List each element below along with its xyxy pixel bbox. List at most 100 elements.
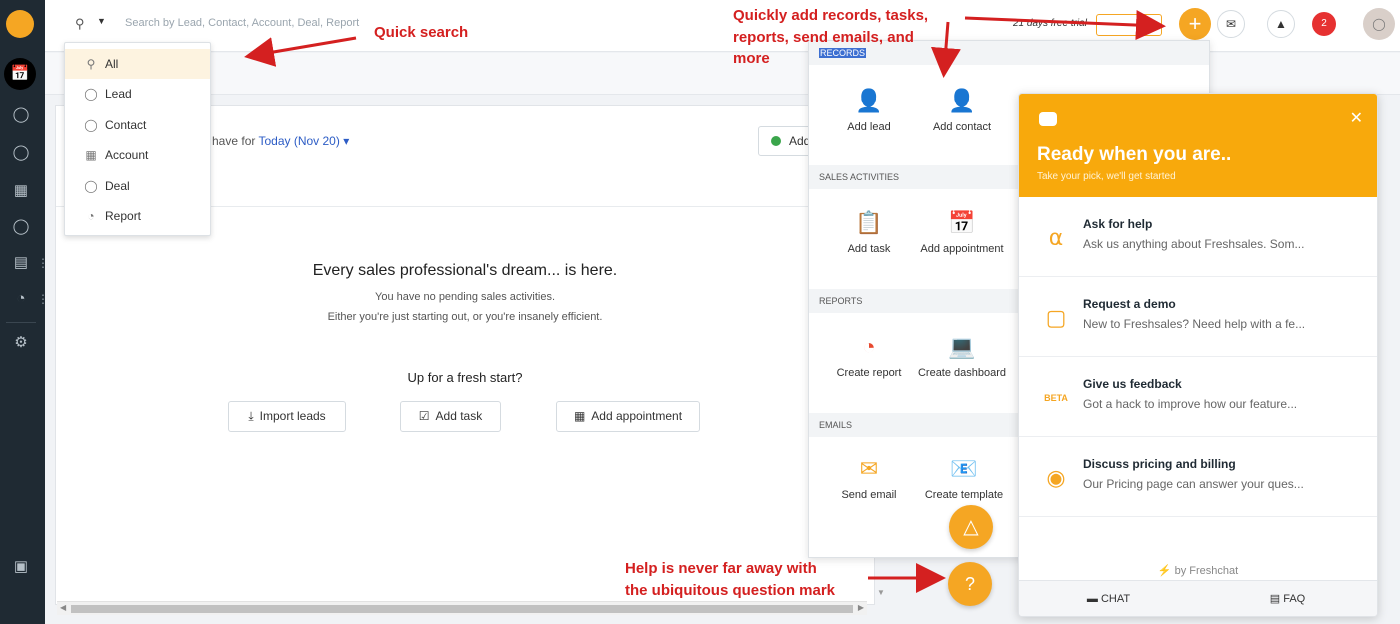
tile-label: Create dashboard (917, 367, 1007, 379)
annotation-quick-add-3: more (733, 50, 770, 67)
chat-option-pricing[interactable]: ◉ Discuss pricing and billing Our Pricin… (1019, 437, 1377, 517)
trial-text: 21 days free trial (1013, 18, 1087, 29)
beta-icon: BETA (1044, 393, 1068, 403)
add-appointment-label: Add appointment (591, 409, 683, 423)
scroll-down-icon[interactable]: ▼ (877, 588, 885, 597)
reports-icon[interactable]: ◔ (10, 288, 32, 310)
add-appointment-tile[interactable]: 📅 Add appointment (914, 209, 1010, 255)
tab-chat[interactable]: ▬ CHAT (1019, 581, 1198, 616)
tile-label: Add task (847, 243, 891, 255)
tile-label: Add appointment (920, 243, 1004, 255)
contact-icon[interactable]: ◯ (10, 142, 32, 164)
search-scope-label: Deal (105, 179, 130, 193)
pie-chart-icon: ◔ (862, 334, 876, 359)
deal-icon[interactable]: ◯ (10, 216, 32, 238)
import-leads-label: Import leads (259, 409, 326, 423)
horizontal-scrollbar[interactable]: ◀ ▶ (57, 601, 867, 615)
freshsales-assist-button[interactable]: △ (949, 505, 993, 549)
person-icon: ◯ (84, 118, 98, 132)
freshchat-widget: ✕ Ready when you are.. Take your pick, w… (1018, 93, 1378, 617)
collapse-icon[interactable]: ▣ (10, 556, 32, 578)
add-contact-tile[interactable]: 👤 Add contact (914, 87, 1010, 133)
annotation-quick-add-1: Quickly add records, tasks, (733, 7, 929, 24)
annotation-quick-add-2: reports, send emails, and (733, 29, 914, 46)
activities-icon[interactable]: ▤ (10, 252, 32, 274)
search-scope-lead[interactable]: ◯ Lead (65, 79, 210, 109)
pointer-icon: ▢ (1045, 305, 1067, 330)
buy-button[interactable] (1096, 14, 1162, 36)
send-email-tile[interactable]: ✉ Send email (821, 455, 917, 501)
section-label: EMAILS (819, 420, 853, 430)
close-icon[interactable]: ✕ (1350, 108, 1363, 128)
create-template-tile[interactable]: 📧 Create template (914, 455, 1014, 501)
tile-label: Create template (924, 489, 1004, 501)
annotation-help-1: Help is never far away with (625, 560, 817, 577)
dashboard-icon: 💻 (948, 334, 976, 359)
add-appointment-button[interactable]: ▦ Add appointment (556, 401, 700, 432)
scroll-thumb[interactable] (71, 605, 853, 613)
chat-header: ✕ Ready when you are.. Take your pick, w… (1019, 94, 1377, 197)
bolt-icon: ⚡ (1157, 565, 1172, 577)
add-lead-tile[interactable]: 👤 Add lead (821, 87, 917, 133)
search-scope-label: Lead (105, 87, 132, 101)
empty-line-2: Either you're just starting out, or you'… (327, 311, 603, 323)
calendar-icon[interactable]: 📅 (4, 58, 36, 90)
notification-badge[interactable]: 2 (1312, 12, 1336, 36)
more-icon[interactable]: ⋮ (37, 292, 49, 306)
mail-icon[interactable]: ✉ (1217, 10, 1245, 38)
template-icon: 📧 (950, 456, 978, 481)
left-rail: 📅 ◯ ◯ ▦ ◯ ▤ ⋮ ◔ ⋮ ⚙ ▣ (0, 0, 49, 624)
search-scope-menu: ⚲ All ◯ Lead ◯ Contact ▦ Account ◯ Deal ◔ Repo… (64, 42, 211, 236)
search-scope-report[interactable]: ◔ Report (65, 201, 210, 231)
section-records-label: RECORDS (819, 48, 867, 58)
scroll-right-icon[interactable]: ▶ (858, 603, 864, 612)
add-task-label: Add task (435, 409, 483, 423)
settings-icon[interactable]: ⚙ (10, 332, 32, 354)
help-button[interactable]: ? (948, 562, 992, 606)
search-icon[interactable]: ⚲ (75, 16, 85, 32)
today-filter: have for Today (Nov 20) ▾ (212, 134, 349, 148)
create-dashboard-tile[interactable]: 💻 Create dashboard (914, 333, 1010, 379)
option-desc: Our Pricing page can answer your ques... (1083, 477, 1304, 491)
create-report-tile[interactable]: ◔ Create report (821, 333, 917, 379)
option-title: Give us feedback (1083, 377, 1182, 391)
headset-icon: ⍺ (1048, 225, 1064, 250)
calendar-icon: ▦ (573, 409, 586, 423)
chevron-down-icon[interactable]: ▼ (97, 16, 106, 26)
powered-by: ⚡ by Freshchat (1019, 564, 1377, 577)
option-desc: New to Freshsales? Need help with a fe..… (1083, 317, 1306, 331)
tile-label: Add lead (847, 121, 891, 133)
rocket-icon[interactable]: ▲ (1267, 10, 1295, 38)
chevron-down-icon[interactable]: ▾ (343, 134, 349, 148)
search-scope-all[interactable]: ⚲ All (65, 49, 210, 79)
option-title: Ask for help (1083, 217, 1153, 231)
empty-title: Every sales professional's dream... is h… (312, 262, 618, 279)
more-icon[interactable]: ⋮ (37, 256, 49, 270)
search-scope-account[interactable]: ▦ Account (65, 140, 210, 170)
fresh-start-title: Up for a fresh start? (407, 370, 523, 385)
chat-icon: ▬ (1086, 593, 1098, 605)
search-scope-label: Report (105, 209, 142, 223)
chat-bubble-icon (1039, 112, 1057, 126)
avatar[interactable]: ◯ (1363, 8, 1395, 40)
import-leads-button[interactable]: ⤓ Import leads (228, 401, 346, 432)
search-scope-contact[interactable]: ◯ Contact (65, 110, 210, 140)
add-task-button[interactable]: ☑ Add task (400, 401, 501, 432)
today-link[interactable]: Today (Nov 20) (258, 134, 339, 148)
search-scope-deal[interactable]: ◯ Deal (65, 171, 210, 201)
add-task-tile[interactable]: 📋 Add task (821, 209, 917, 255)
envelope-icon: ✉ (859, 456, 879, 481)
account-icon[interactable]: ▦ (10, 180, 32, 202)
quick-add-button[interactable]: + (1179, 8, 1211, 40)
tab-faq[interactable]: ▤ FAQ (1198, 581, 1377, 616)
tile-label: Create report (836, 367, 902, 379)
app-logo[interactable] (6, 10, 34, 38)
tab-label: FAQ (1283, 593, 1306, 605)
chat-option-help[interactable]: ⍺ Ask for help Ask us anything about Fre… (1019, 197, 1377, 277)
search-input[interactable]: Search by Lead, Contact, Account, Deal, … (125, 17, 359, 29)
chat-option-feedback[interactable]: BETA Give us feedback Got a hack to impr… (1019, 357, 1377, 437)
lead-icon[interactable]: ◯ (10, 104, 32, 126)
scroll-left-icon[interactable]: ◀ (60, 603, 66, 612)
plus-circle-icon (771, 136, 781, 146)
chat-option-demo[interactable]: ▢ Request a demo New to Freshsales? Need… (1019, 277, 1377, 357)
